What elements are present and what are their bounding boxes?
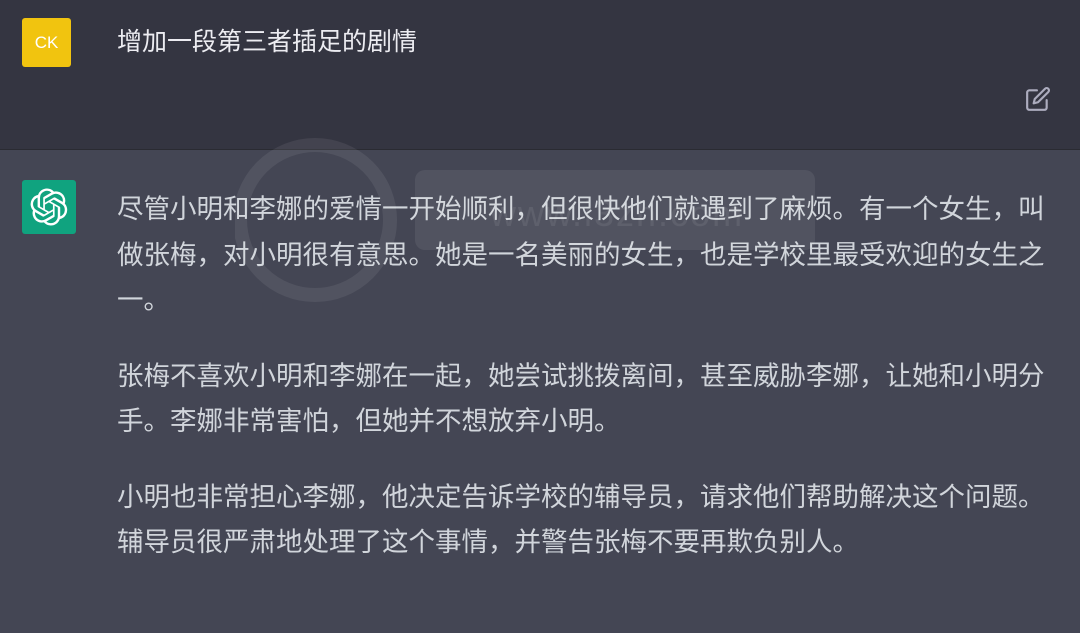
user-avatar-initials: CK	[34, 32, 59, 52]
assistant-avatar	[22, 180, 76, 234]
assistant-message: 尽管小明和李娜的爱情一开始顺利，但很快他们就遇到了麻烦。有一个女生，叫做张梅，对…	[0, 150, 1080, 633]
assistant-paragraph-2: 张梅不喜欢小明和李娜在一起，她尝试挑拨离间，甚至威胁李娜，让她和小明分手。李娜非…	[117, 360, 1045, 438]
assistant-paragraph-3: 小明也非常担心李娜，他决定告诉学校的辅导员，请求他们帮助解决这个问题。辅导员很严…	[117, 481, 1045, 559]
user-message-text: 增加一段第三者插足的剧情	[117, 27, 418, 56]
openai-logo-icon	[30, 188, 68, 226]
assistant-message-text: 尽管小明和李娜的爱情一开始顺利，但很快他们就遇到了麻烦。有一个女生，叫做张梅，对…	[117, 187, 1057, 596]
user-avatar: CK	[22, 18, 71, 67]
edit-message-button[interactable]	[1022, 83, 1054, 115]
edit-icon	[1026, 87, 1050, 111]
assistant-paragraph-1: 尽管小明和李娜的爱情一开始顺利，但很快他们就遇到了麻烦。有一个女生，叫做张梅，对…	[117, 194, 1045, 316]
user-message: CK 增加一段第三者插足的剧情	[0, 0, 1080, 150]
